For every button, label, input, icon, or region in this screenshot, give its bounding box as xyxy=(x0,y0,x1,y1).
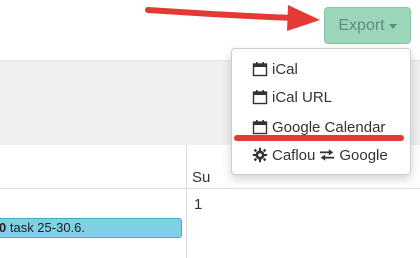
annotation-arrow-icon xyxy=(145,5,320,31)
